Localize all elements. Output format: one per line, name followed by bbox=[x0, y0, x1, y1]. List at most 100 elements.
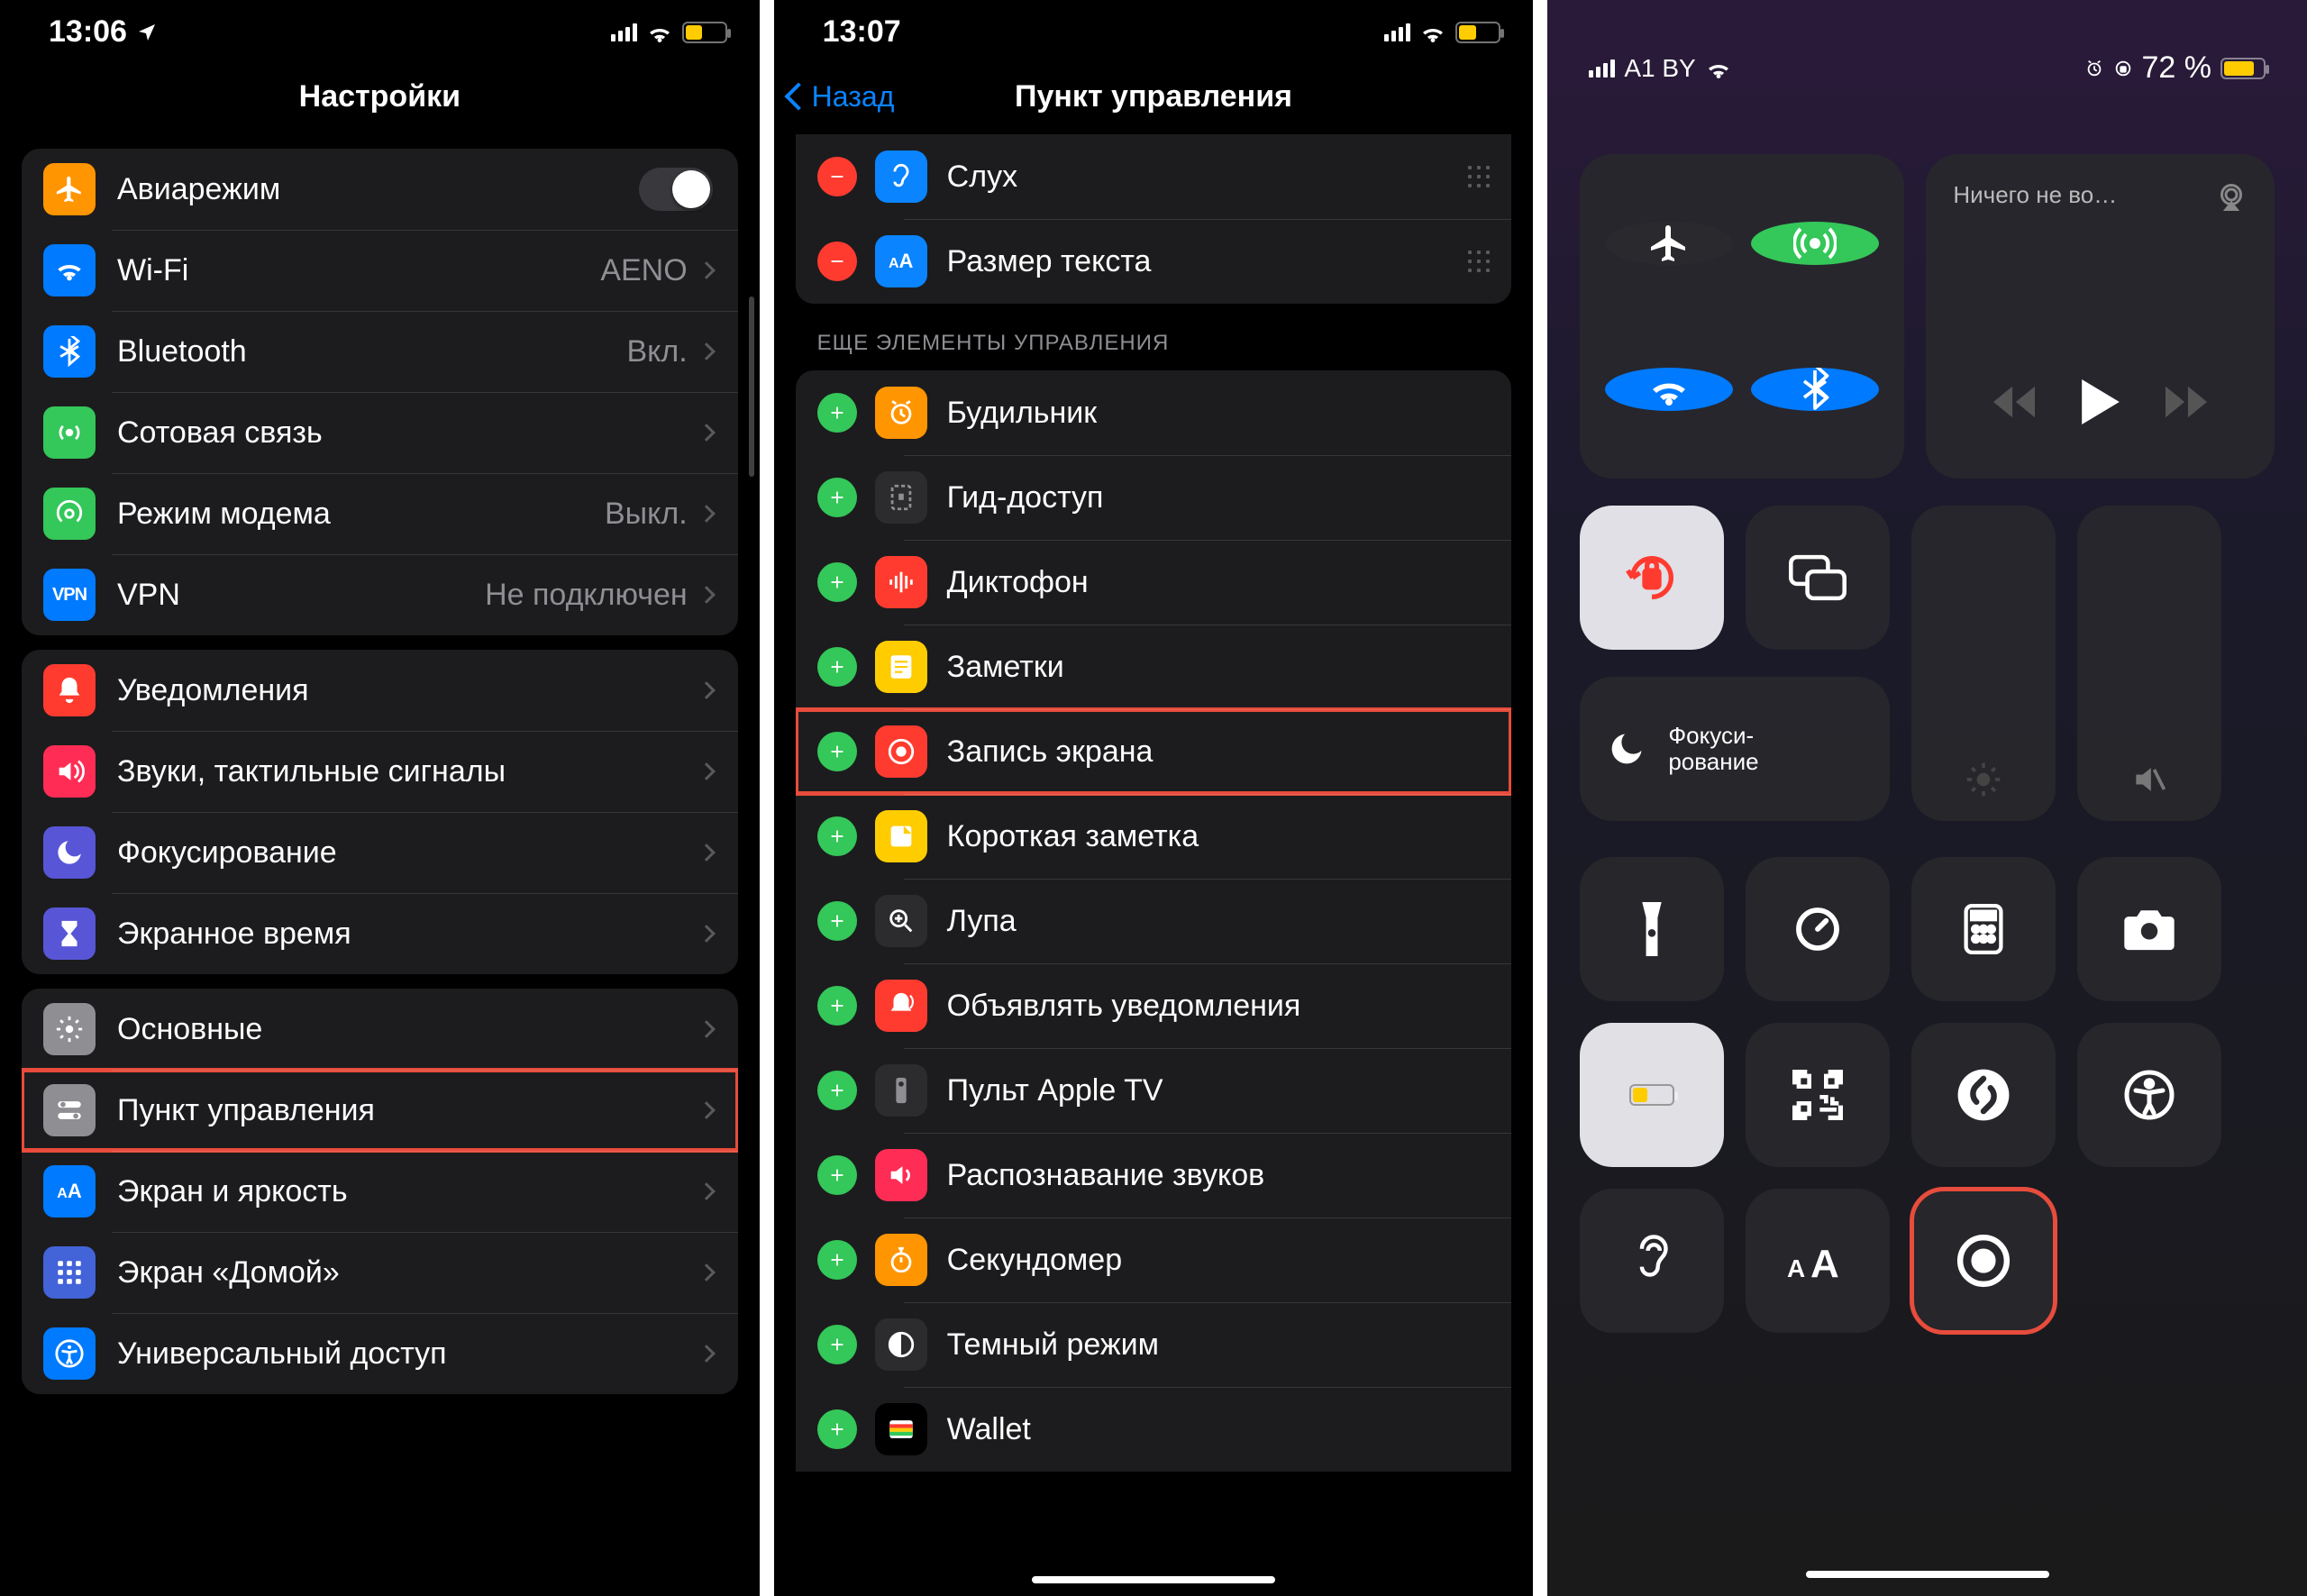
available-control-row[interactable]: Лупа bbox=[796, 879, 1512, 963]
qr-button[interactable] bbox=[1746, 1023, 1890, 1167]
settings-row[interactable]: Универсальный доступ bbox=[22, 1313, 738, 1394]
row-value: Не подключен bbox=[485, 578, 688, 613]
shazam-button[interactable] bbox=[1911, 1023, 2056, 1167]
settings-row[interactable]: AAЭкран и яркость bbox=[22, 1151, 738, 1232]
reorder-handle[interactable] bbox=[1468, 251, 1490, 272]
airplane-toggle[interactable] bbox=[1605, 222, 1733, 265]
settings-row[interactable]: Авиарежим bbox=[22, 149, 738, 230]
control-label: Распознавание звуков bbox=[947, 1158, 1491, 1193]
media-panel[interactable]: Ничего не во… bbox=[1926, 154, 2275, 479]
flashlight-button[interactable] bbox=[1580, 857, 1724, 1001]
control-label: Секундомер bbox=[947, 1243, 1491, 1278]
included-control-row[interactable]: Слух bbox=[796, 134, 1512, 219]
toggle-switch[interactable] bbox=[639, 168, 713, 211]
chevron-right-icon bbox=[698, 586, 716, 604]
scrollbar[interactable] bbox=[749, 296, 754, 477]
add-button[interactable] bbox=[817, 562, 857, 602]
available-control-row[interactable]: Секундомер bbox=[796, 1218, 1512, 1302]
home-indicator[interactable] bbox=[1032, 1576, 1275, 1583]
add-button[interactable] bbox=[817, 1071, 857, 1110]
remove-button[interactable] bbox=[817, 242, 857, 281]
media-title: Ничего не во… bbox=[1953, 181, 2117, 214]
available-control-row[interactable]: Короткая заметка bbox=[796, 794, 1512, 879]
home-indicator[interactable] bbox=[1806, 1571, 2049, 1578]
add-button[interactable] bbox=[817, 816, 857, 856]
screen-control-center: A1 BY 72 % bbox=[1547, 0, 2307, 1596]
low-power-button[interactable] bbox=[1580, 1023, 1724, 1167]
add-button[interactable] bbox=[817, 901, 857, 941]
remove-button[interactable] bbox=[817, 157, 857, 196]
wifi-toggle[interactable] bbox=[1605, 368, 1733, 411]
guided-icon bbox=[875, 471, 927, 524]
hearing-button[interactable] bbox=[1580, 1189, 1724, 1333]
prev-track-button[interactable] bbox=[1993, 386, 2035, 418]
add-button[interactable] bbox=[817, 478, 857, 517]
magnify-icon bbox=[875, 895, 927, 947]
volume-slider[interactable] bbox=[2077, 506, 2221, 821]
orientation-lock-button[interactable] bbox=[1580, 506, 1724, 650]
settings-row[interactable]: BluetoothВкл. bbox=[22, 311, 738, 392]
add-button[interactable] bbox=[817, 732, 857, 771]
control-label: Размер текста bbox=[947, 244, 1469, 279]
dark-icon bbox=[875, 1318, 927, 1371]
battery-pct-label: 72 % bbox=[2142, 50, 2212, 86]
brightness-slider[interactable] bbox=[1911, 506, 2056, 821]
add-button[interactable] bbox=[817, 647, 857, 687]
settings-row[interactable]: Wi-FiAENO bbox=[22, 230, 738, 311]
settings-row[interactable]: Основные bbox=[22, 989, 738, 1070]
bt-icon bbox=[43, 325, 96, 378]
settings-row[interactable]: Экранное время bbox=[22, 893, 738, 974]
available-control-row[interactable]: Пульт Apple TV bbox=[796, 1048, 1512, 1133]
battery-icon bbox=[2220, 58, 2266, 79]
timer-button[interactable] bbox=[1746, 857, 1890, 1001]
add-button[interactable] bbox=[817, 1240, 857, 1280]
airplay-icon[interactable] bbox=[2215, 181, 2248, 214]
screen-record-button[interactable] bbox=[1911, 1189, 2056, 1333]
screen-mirroring-button[interactable] bbox=[1746, 506, 1890, 650]
settings-row[interactable]: Фокусирование bbox=[22, 812, 738, 893]
available-control-row[interactable]: Запись экрана bbox=[796, 709, 1512, 794]
available-control-row[interactable]: Заметки bbox=[796, 625, 1512, 709]
available-control-row[interactable]: Будильник bbox=[796, 370, 1512, 455]
control-label: Будильник bbox=[947, 396, 1491, 431]
row-label: Авиарежим bbox=[117, 172, 639, 207]
status-time: 13:07 bbox=[823, 14, 901, 50]
settings-row[interactable]: Уведомления bbox=[22, 650, 738, 731]
wallet-icon bbox=[875, 1403, 927, 1455]
accessibility-button[interactable] bbox=[2077, 1023, 2221, 1167]
back-button[interactable]: Назад bbox=[774, 80, 895, 114]
play-button[interactable] bbox=[2081, 379, 2120, 424]
settings-row[interactable]: Экран «Домой» bbox=[22, 1232, 738, 1313]
cellular-toggle[interactable] bbox=[1751, 222, 1879, 265]
camera-button[interactable] bbox=[2077, 857, 2221, 1001]
settings-row[interactable]: Пункт управления bbox=[22, 1070, 738, 1151]
included-control-row[interactable]: AAРазмер текста bbox=[796, 219, 1512, 304]
settings-row[interactable]: Сотовая связь bbox=[22, 392, 738, 473]
available-control-row[interactable]: Объявлять уведомления bbox=[796, 963, 1512, 1048]
control-label: Короткая заметка bbox=[947, 819, 1491, 854]
bluetooth-toggle[interactable] bbox=[1751, 368, 1879, 411]
available-control-row[interactable]: Wallet bbox=[796, 1387, 1512, 1472]
row-value: Выкл. bbox=[605, 497, 688, 532]
add-button[interactable] bbox=[817, 393, 857, 433]
speaker-icon bbox=[43, 745, 96, 798]
calculator-button[interactable] bbox=[1911, 857, 2056, 1001]
control-label: Пульт Apple TV bbox=[947, 1073, 1491, 1108]
settings-row[interactable]: VPNVPNНе подключен bbox=[22, 554, 738, 635]
settings-row[interactable]: Звуки, тактильные сигналы bbox=[22, 731, 738, 812]
add-button[interactable] bbox=[817, 1155, 857, 1195]
add-button[interactable] bbox=[817, 986, 857, 1026]
available-control-row[interactable]: Диктофон bbox=[796, 540, 1512, 625]
add-button[interactable] bbox=[817, 1325, 857, 1364]
connectivity-panel[interactable] bbox=[1580, 154, 1904, 479]
reorder-handle[interactable] bbox=[1468, 166, 1490, 187]
settings-row[interactable]: Режим модемаВыкл. bbox=[22, 473, 738, 554]
add-button[interactable] bbox=[817, 1409, 857, 1449]
available-control-row[interactable]: Распознавание звуков bbox=[796, 1133, 1512, 1218]
next-track-button[interactable] bbox=[2166, 386, 2207, 418]
available-control-row[interactable]: Гид-доступ bbox=[796, 455, 1512, 540]
text-size-button[interactable]: AA bbox=[1746, 1189, 1890, 1333]
wifi-icon bbox=[43, 244, 96, 296]
available-control-row[interactable]: Темный режим bbox=[796, 1302, 1512, 1387]
focus-button[interactable]: Фокуси- рование bbox=[1580, 677, 1890, 821]
